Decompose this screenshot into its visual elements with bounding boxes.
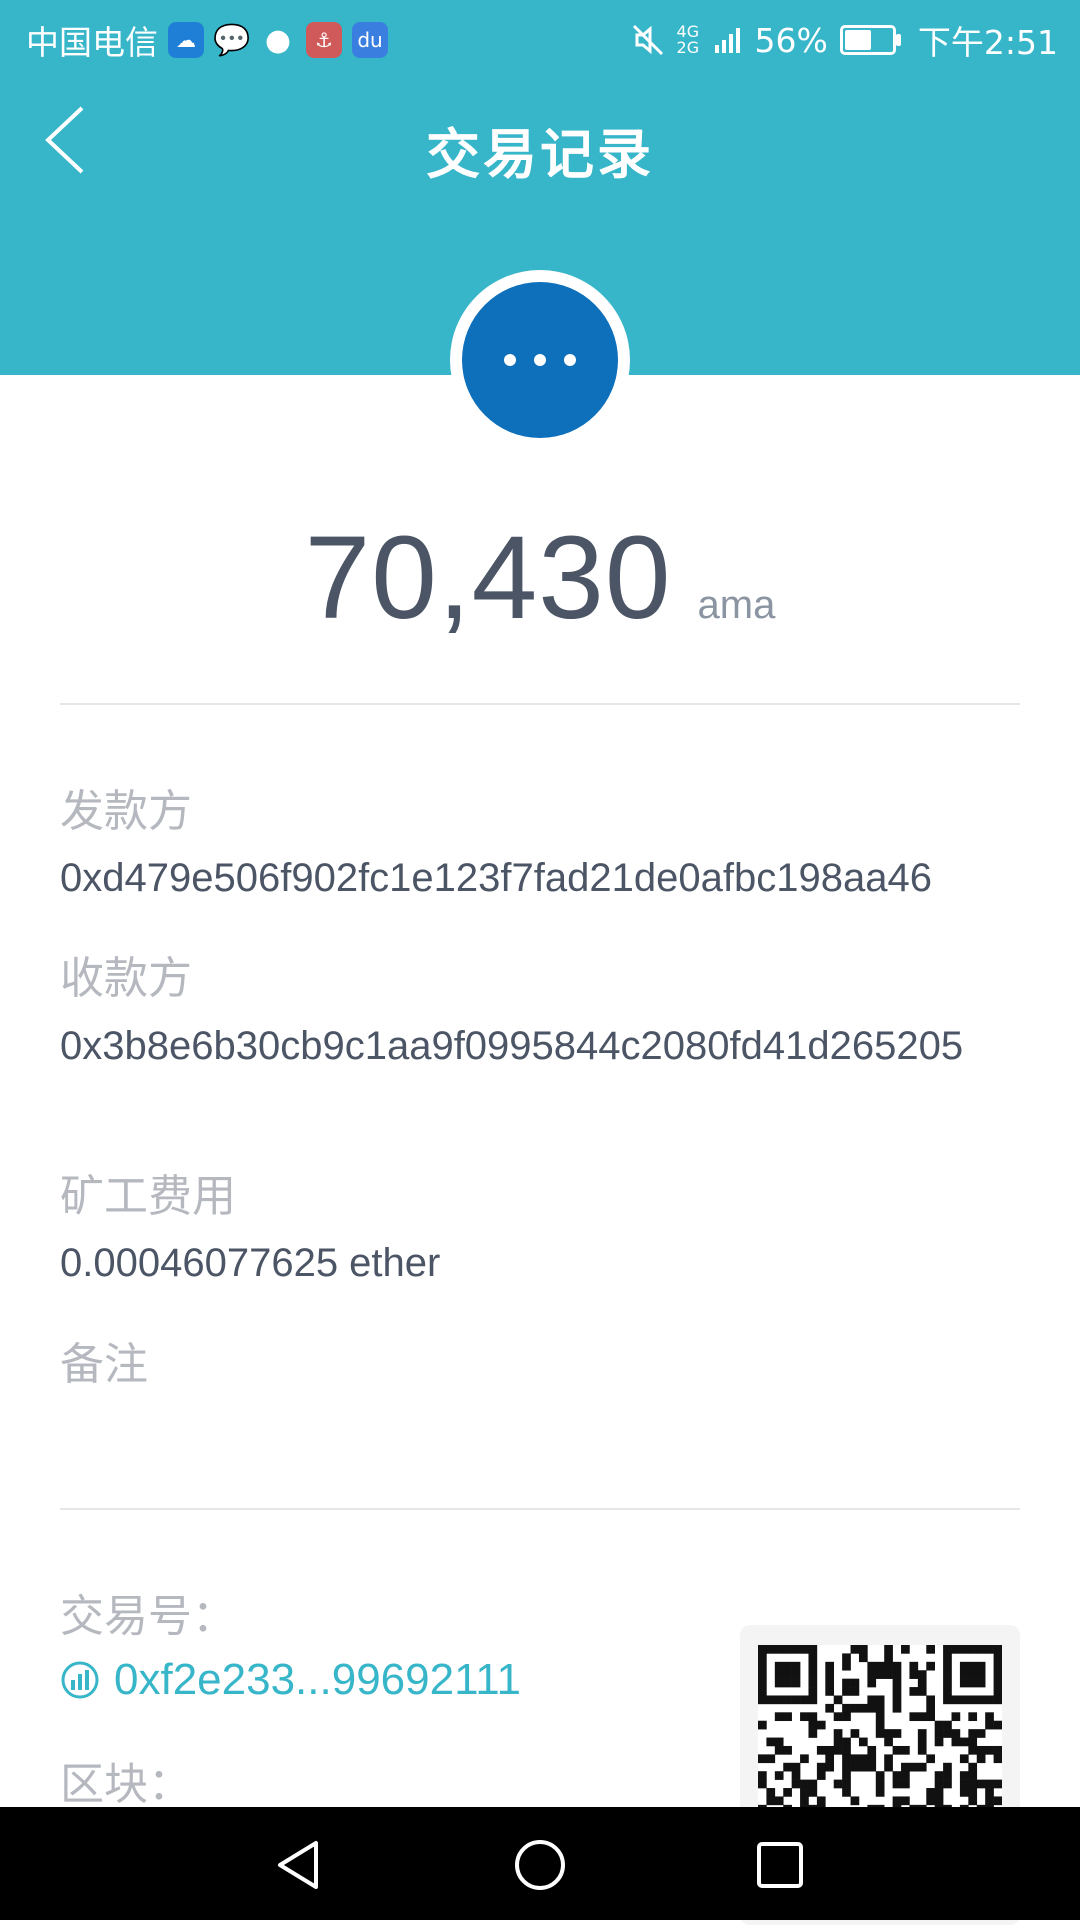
txid-value: 0xf2e233...99692111 — [114, 1655, 521, 1704]
nav-recent-button[interactable] — [750, 1835, 810, 1895]
memo-label: 备注 — [60, 1339, 148, 1390]
amount-value: 70,430 — [304, 512, 672, 644]
page-title: 交易记录 — [426, 123, 654, 186]
square-recent-icon — [757, 1842, 803, 1888]
signal-icon — [714, 28, 740, 53]
battery-level — [844, 30, 871, 50]
status-bar: 中国电信 ☁ 💬 ● ⚓ du 4G 2G 56% 下午2:51 — [0, 0, 1080, 74]
system-nav-bar — [0, 1807, 1080, 1920]
status-right: 4G 2G 56% 下午2:51 — [631, 16, 1058, 64]
clock: 下午2:51 — [917, 23, 1058, 62]
anchor-app-icon: ⚓ — [306, 22, 342, 58]
wechat-icon: 💬 — [213, 22, 251, 58]
sender-address: 0xd479e506f902fc1e123f7fad21de0afbc198aa… — [60, 856, 932, 900]
amount-row: 70,430 ama — [0, 510, 1080, 646]
divider — [60, 703, 1020, 705]
app-notification-icon: ☁ — [168, 22, 204, 58]
nav-home-button[interactable] — [510, 1835, 570, 1895]
txid-link[interactable]: 0xf2e233...99692111 — [60, 1655, 521, 1705]
battery-percent: 56% — [754, 20, 828, 60]
circle-home-icon — [515, 1840, 565, 1890]
amount-unit: ama — [697, 583, 776, 627]
transaction-status-badge — [462, 282, 618, 438]
txid-label: 交易号： — [60, 1591, 236, 1642]
sender-label: 发款方 — [60, 786, 192, 837]
chart-icon — [61, 1661, 99, 1699]
status-left: 中国电信 ☁ 💬 ● ⚓ du — [26, 16, 388, 64]
receiver-address: 0x3b8e6b30cb9c1aa9f0995844c2080fd41d2652… — [60, 1024, 964, 1068]
mute-icon — [632, 24, 663, 56]
more-dots-icon — [504, 354, 576, 366]
battery-icon — [839, 25, 901, 55]
network-label: 4G 2G — [676, 22, 700, 57]
message-icon: ● — [264, 22, 292, 58]
divider — [60, 1508, 1020, 1510]
baidu-app-icon: du — [352, 22, 388, 58]
fee-label: 矿工费用 — [60, 1171, 236, 1222]
block-label: 区块： — [60, 1759, 192, 1810]
carrier-label: 中国电信 — [26, 23, 158, 62]
fee-value: 0.00046077625 ether — [60, 1241, 441, 1285]
nav-back-button[interactable] — [270, 1835, 330, 1895]
triangle-back-icon — [278, 1841, 318, 1889]
receiver-label: 收款方 — [60, 953, 192, 1004]
